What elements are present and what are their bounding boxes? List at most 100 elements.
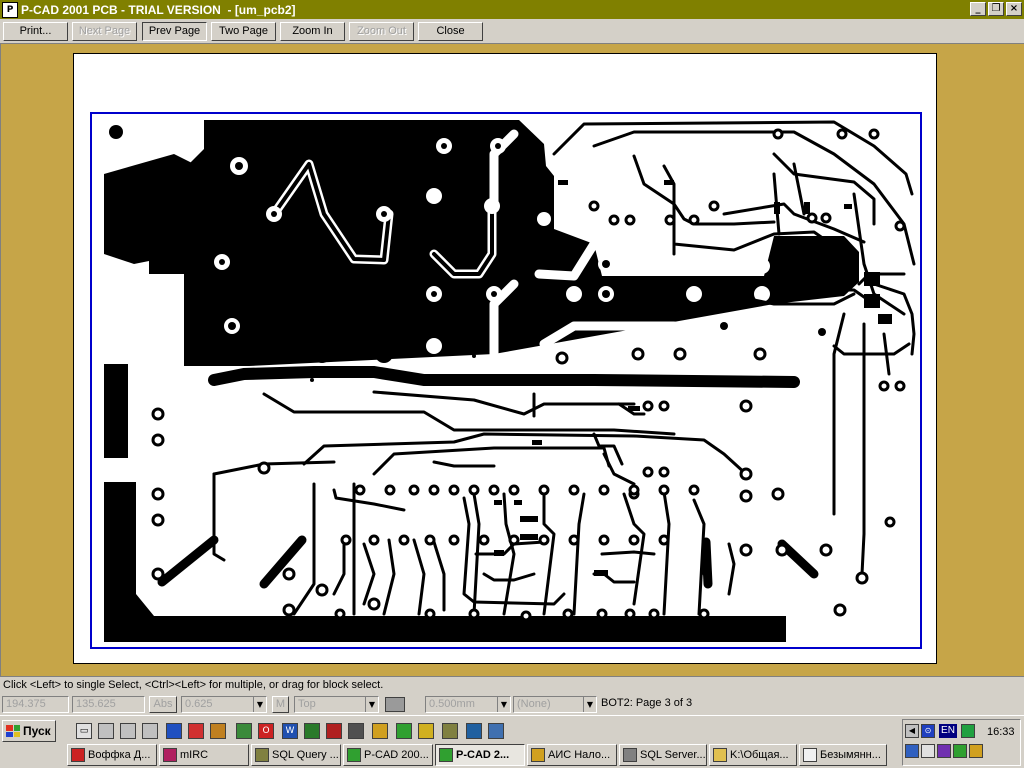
word-icon[interactable]: W [282, 723, 298, 739]
chevron-down-icon[interactable]: ▼ [583, 697, 596, 712]
pcad-icon [439, 748, 453, 762]
network-icon[interactable]: ⊙ [921, 724, 935, 738]
task-label: Безымянн... [820, 749, 881, 761]
m-toggle-button[interactable]: M [272, 696, 289, 713]
preview-workspace[interactable] [0, 44, 1024, 676]
zoom-in-button[interactable]: Zoom In [280, 22, 345, 41]
prev-page-button[interactable]: Prev Page [142, 22, 207, 41]
drive-icon[interactable] [120, 723, 136, 739]
clock[interactable]: 16:33 [987, 726, 1015, 738]
abs-toggle-button[interactable]: Abs [149, 696, 177, 713]
mirc-icon [163, 748, 177, 762]
copper-strip-left [104, 364, 128, 458]
coord-x-field[interactable]: 194.375 [2, 696, 69, 713]
task-button[interactable]: P-CAD 200... [343, 744, 433, 766]
star-icon[interactable] [418, 723, 434, 739]
layer-value: Top [298, 698, 316, 710]
task-button[interactable]: SQL Server... [619, 744, 707, 766]
desktop-icon[interactable]: ▭ [76, 723, 92, 739]
task-label: mIRC [180, 749, 209, 761]
print-preview-toolbar: Print... Next Page Prev Page Two Page Zo… [0, 19, 1024, 44]
mw-icon[interactable] [348, 723, 364, 739]
smiley-icon[interactable] [969, 744, 983, 758]
net-value: (None) [517, 698, 551, 710]
restore-button[interactable]: ❐ [988, 2, 1004, 16]
task-label: P-CAD 2... [456, 749, 510, 761]
drive-icon[interactable] [142, 723, 158, 739]
window-controls: _ ❐ × [970, 2, 1022, 16]
task-label: K:\Общая... [730, 749, 789, 761]
chevron-down-icon[interactable]: ▼ [253, 697, 266, 712]
close-preview-button[interactable]: Close [418, 22, 483, 41]
folder-icon [713, 748, 727, 762]
network-icon[interactable] [210, 723, 226, 739]
line-width-value: 0.500mm [429, 698, 475, 710]
opera-icon[interactable]: O [258, 723, 274, 739]
pcad-icon[interactable] [396, 723, 412, 739]
close-window-button[interactable]: × [1006, 2, 1022, 16]
page-info: BOT2: Page 3 of 3 [598, 696, 798, 713]
opera-icon [71, 748, 85, 762]
monitor-icon[interactable] [488, 723, 504, 739]
pcad-icon [347, 748, 361, 762]
grid-select[interactable]: 0.625 ▼ [181, 696, 267, 713]
pen-icon[interactable] [921, 744, 935, 758]
task-button[interactable]: Безымянн... [799, 744, 887, 766]
app-red-icon[interactable] [188, 723, 204, 739]
windows-logo-icon [6, 725, 20, 737]
start-button[interactable]: Пуск [2, 720, 56, 742]
task-button[interactable]: АИС Нало... [527, 744, 617, 766]
window-icon[interactable] [466, 723, 482, 739]
globe-icon[interactable] [953, 744, 967, 758]
speaker-icon[interactable]: ◀ [905, 724, 919, 738]
pcad-app-icon[interactable]: P [2, 1, 18, 18]
chevron-down-icon[interactable]: ▼ [365, 697, 378, 712]
status-bar: 194.375 135.625 Abs 0.625 ▼ M Top ▼ 0.50… [0, 693, 1024, 715]
start-label: Пуск [23, 724, 51, 738]
paint-icon [803, 748, 817, 762]
task-button[interactable]: SQL Query ... [251, 744, 341, 766]
task-button[interactable]: Воффка Д... [67, 744, 157, 766]
antivirus-icon[interactable] [937, 744, 951, 758]
task-label: АИС Нало... [548, 749, 611, 761]
pencil-icon[interactable] [372, 723, 388, 739]
window-title: P-CAD 2001 PCB - TRIAL VERSION - [um_pcb… [21, 2, 296, 17]
minimize-button[interactable]: _ [970, 2, 986, 16]
zoom-out-button[interactable]: Zoom Out [349, 22, 414, 41]
task-button-active[interactable]: P-CAD 2... [435, 744, 525, 766]
acrobat-icon[interactable] [326, 723, 342, 739]
line-width-select[interactable]: 0.500mm ▼ [425, 696, 511, 713]
system-tray: ◀ ⊙ EN 16:33 [902, 719, 1021, 766]
sql-icon [255, 748, 269, 762]
language-indicator[interactable]: EN [939, 724, 957, 738]
pcb-layout-drawing [90, 112, 922, 649]
print-button[interactable]: Print... [3, 22, 68, 41]
app-blue-icon[interactable] [166, 723, 182, 739]
sync-icon[interactable] [961, 724, 975, 738]
monitor-icon[interactable] [905, 744, 919, 758]
excel-icon[interactable] [304, 723, 320, 739]
windows-taskbar: Пуск ▭ O W Воффка Д... mIRC SQL Query ..… [0, 715, 1024, 768]
title-bar: P P-CAD 2001 PCB - TRIAL VERSION - [um_p… [0, 0, 1024, 19]
tool-icon[interactable] [236, 723, 252, 739]
layer-color-swatch[interactable] [385, 697, 405, 712]
task-label: P-CAD 200... [364, 749, 429, 761]
print-page[interactable] [73, 53, 937, 664]
net-select[interactable]: (None) ▼ [513, 696, 597, 713]
status-hint: Click <Left> to single Select, <Ctrl><Le… [0, 676, 1024, 693]
drive-icon[interactable] [98, 723, 114, 739]
sql-icon[interactable] [442, 723, 458, 739]
sql-server-icon [623, 748, 637, 762]
copper-pour-bottom [104, 482, 786, 642]
next-page-button[interactable]: Next Page [72, 22, 137, 41]
two-page-button[interactable]: Two Page [211, 22, 276, 41]
task-label: SQL Query ... [272, 749, 339, 761]
coord-y-field[interactable]: 135.625 [72, 696, 145, 713]
task-button[interactable]: K:\Общая... [709, 744, 797, 766]
layer-select[interactable]: Top ▼ [294, 696, 379, 713]
task-button[interactable]: mIRC [159, 744, 249, 766]
task-label: SQL Server... [640, 749, 706, 761]
grid-value: 0.625 [185, 698, 213, 710]
chevron-down-icon[interactable]: ▼ [497, 697, 510, 712]
task-label: Воффка Д... [88, 749, 151, 761]
